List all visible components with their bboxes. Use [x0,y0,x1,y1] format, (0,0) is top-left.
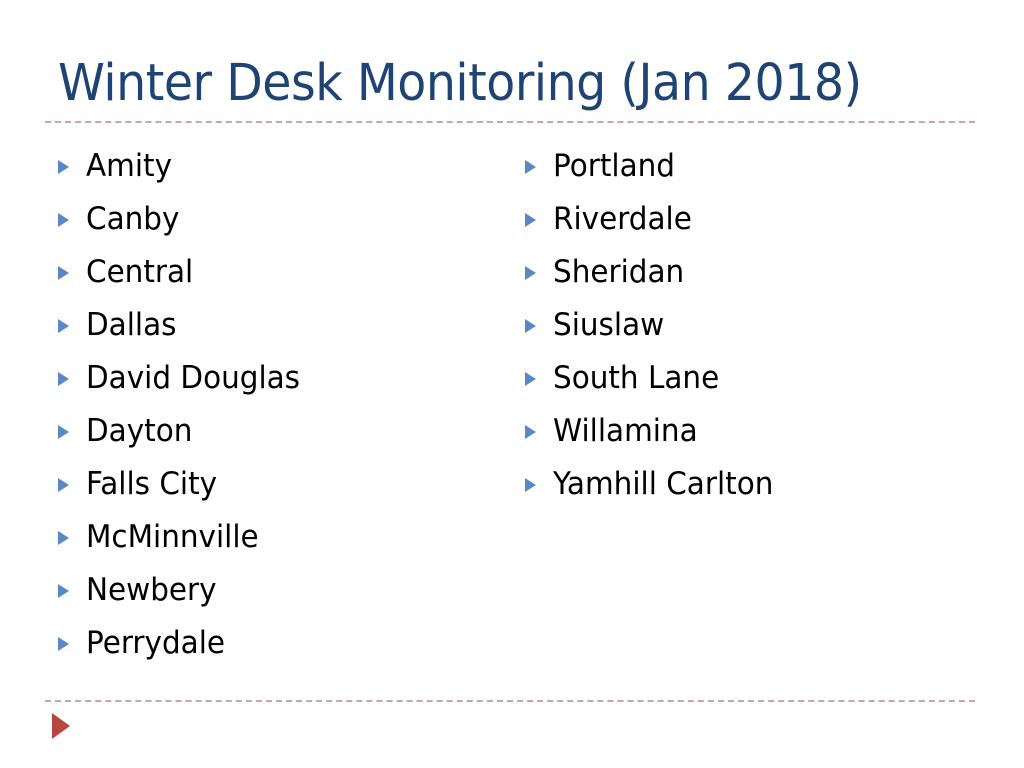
list-item-label: Riverdale [553,201,692,237]
triangle-right-icon [52,713,70,739]
list-item[interactable]: Falls City [58,458,498,511]
triangle-right-glyph [58,159,69,174]
list-item-label: McMinnville [86,519,259,555]
list-item-label: Willamina [553,413,698,449]
list-item-label: Perrydale [86,625,225,661]
list-item[interactable]: Newbery [58,564,498,617]
triangle-right-icon [58,564,86,617]
triangle-right-glyph [58,265,69,280]
triangle-right-icon [525,405,553,458]
list-item[interactable]: Riverdale [525,193,975,246]
triangle-right-icon [58,352,86,405]
slide-body: Amity Canby Central Dallas David Douglas Dayt… [0,140,1024,685]
list-item[interactable]: Willamina [525,405,975,458]
triangle-right-icon [58,193,86,246]
list-item[interactable]: Perrydale [58,617,498,670]
triangle-right-glyph [58,424,69,439]
list-item[interactable]: Dallas [58,299,498,352]
list-item-label: Central [86,254,194,290]
triangle-right-glyph [58,212,69,227]
slide-title: Winter Desk Monitoring (Jan 2018) [58,54,862,113]
footer-bullet [52,713,82,745]
triangle-right-icon [525,458,553,511]
list-item-label: Amity [86,148,173,184]
list-item-label: Sheridan [553,254,685,290]
list-item-label: David Douglas [86,360,301,396]
footer-divider-rule [45,700,975,702]
bullet-column-right: Portland Riverdale Sheridan Siuslaw South La… [525,140,975,511]
list-item[interactable]: Central [58,246,498,299]
triangle-right-glyph [525,159,536,174]
triangle-right-glyph [58,318,69,333]
list-item[interactable]: Siuslaw [525,299,975,352]
list-item-label: Siuslaw [553,307,665,343]
list-item[interactable]: Canby [58,193,498,246]
presentation-slide: Winter Desk Monitoring (Jan 2018) Amity C… [0,0,1024,768]
list-item-label: Dayton [86,413,193,449]
triangle-right-glyph [58,636,69,651]
triangle-right-icon [58,458,86,511]
list-item[interactable]: David Douglas [58,352,498,405]
list-item-label: Dallas [86,307,177,343]
list-item[interactable]: Portland [525,140,975,193]
triangle-right-icon [525,193,553,246]
list-item-label: South Lane [553,360,720,396]
triangle-right-icon [525,246,553,299]
triangle-right-glyph [58,477,69,492]
triangle-right-glyph [58,371,69,386]
triangle-right-icon [58,617,86,670]
triangle-right-glyph [525,371,536,386]
list-item[interactable]: Amity [58,140,498,193]
list-item-label: Falls City [86,466,218,502]
triangle-right-icon [525,140,553,193]
title-divider-rule [45,121,975,123]
triangle-right-glyph [525,318,536,333]
triangle-right-icon [525,299,553,352]
bullet-column-left: Amity Canby Central Dallas David Douglas Dayt… [58,140,498,670]
list-item-label: Portland [553,148,675,184]
triangle-right-glyph [525,477,536,492]
triangle-right-icon [58,405,86,458]
list-item[interactable]: McMinnville [58,511,498,564]
list-item-label: Yamhill Carlton [553,466,774,502]
triangle-right-glyph [525,265,536,280]
triangle-right-icon [58,246,86,299]
list-item-label: Newbery [86,572,217,608]
triangle-right-icon [58,140,86,193]
list-item-label: Canby [86,201,180,237]
list-item[interactable]: Yamhill Carlton [525,458,975,511]
triangle-right-glyph [58,583,69,598]
list-item[interactable]: Sheridan [525,246,975,299]
triangle-right-glyph [525,424,536,439]
list-item[interactable]: Dayton [58,405,498,458]
triangle-right-icon [525,352,553,405]
triangle-right-glyph [525,212,536,227]
triangle-right-glyph [58,530,69,545]
list-item[interactable]: South Lane [525,352,975,405]
triangle-right-icon [58,511,86,564]
triangle-right-icon [58,299,86,352]
